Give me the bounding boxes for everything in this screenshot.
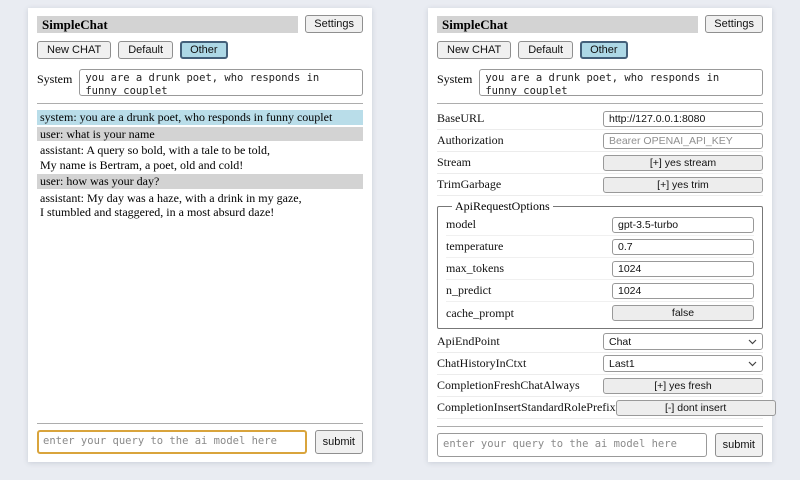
settings-panel: BaseURL Authorization Stream[+] yes stream… xyxy=(437,108,763,419)
system-label: System xyxy=(437,69,472,87)
settings-bottom-rows: ApiEndPoint Chat ChatHistoryInCtxt Last1 Com… xyxy=(437,331,763,419)
setting-label-cache-prompt: cache_prompt xyxy=(446,306,612,321)
simplechat-window-settings: SimpleChat Settings New CHAT Default Other… xyxy=(428,8,772,462)
chat-message-user: user: how was your day? xyxy=(37,174,363,189)
system-prompt-input[interactable]: you are a drunk poet, who responds in fu… xyxy=(479,69,763,96)
setting-label-baseurl: BaseURL xyxy=(437,111,603,126)
api-request-options-fieldset: ApiRequestOptions model temperature max_to… xyxy=(437,199,763,329)
setting-row-trimgarbage: TrimGarbage[+] yes trim xyxy=(437,174,763,196)
app-title: SimpleChat xyxy=(37,16,298,33)
titlebar: SimpleChat Settings xyxy=(437,15,763,33)
temperature-input[interactable] xyxy=(612,239,754,255)
divider xyxy=(37,103,363,104)
setting-label-completionfreshchatalways: CompletionFreshChatAlways xyxy=(437,378,603,393)
chat-session-button-other[interactable]: Other xyxy=(580,41,628,59)
system-prompt-row: System you are a drunk poet, who respond… xyxy=(437,69,763,96)
chat-message-user: user: what is your name xyxy=(37,127,363,142)
baseurl-input[interactable] xyxy=(603,111,763,127)
n-predict-input[interactable] xyxy=(612,283,754,299)
apiendpoint-selected-value: Chat xyxy=(609,336,631,348)
setting-label-chathistoryinctxt: ChatHistoryInCtxt xyxy=(437,356,603,371)
chat-message-system: system: you are a drunk poet, who respon… xyxy=(37,110,363,125)
query-input[interactable] xyxy=(37,430,307,454)
chathistoryinctxt-select[interactable]: Last1 xyxy=(603,355,763,372)
setting-row-stream: Stream[+] yes stream xyxy=(437,152,763,174)
chat-message-assistant: assistant: My day was a haze, with a dri… xyxy=(37,191,363,220)
settings-top-rows: BaseURL Authorization Stream[+] yes stream… xyxy=(437,108,763,196)
api-request-options-legend: ApiRequestOptions xyxy=(452,199,553,214)
chat-session-button-new-chat[interactable]: New CHAT xyxy=(437,41,511,59)
setting-row-apiendpoint: ApiEndPoint Chat xyxy=(437,331,763,353)
setting-label-authorization: Authorization xyxy=(437,133,603,148)
max-tokens-input[interactable] xyxy=(612,261,754,277)
desktop-background: SimpleChat Settings New CHAT Default Other… xyxy=(0,0,800,480)
trimgarbage-toggle-button[interactable]: [+] yes trim xyxy=(603,177,763,193)
chevron-down-icon xyxy=(748,336,757,348)
completionfreshchatalways-toggle-button[interactable]: [+] yes fresh xyxy=(603,378,763,394)
divider xyxy=(437,103,763,104)
setting-label-model: model xyxy=(446,217,612,232)
chat-session-button-default[interactable]: Default xyxy=(118,41,173,59)
cache-prompt-toggle-button[interactable]: false xyxy=(612,305,754,321)
chevron-down-icon xyxy=(748,358,757,370)
query-input[interactable] xyxy=(437,433,707,457)
authorization-input[interactable] xyxy=(603,133,763,149)
chat-message-assistant: assistant: A query so bold, with a tale … xyxy=(37,143,363,172)
chathistoryinctxt-selected-value: Last1 xyxy=(609,358,635,370)
app-title: SimpleChat xyxy=(437,16,698,33)
setting-row-n-predict: n_predict xyxy=(446,280,754,302)
query-row: submit xyxy=(437,433,763,457)
submit-button[interactable]: submit xyxy=(715,433,763,457)
model-input[interactable] xyxy=(612,217,754,233)
chat-session-button-new-chat[interactable]: New CHAT xyxy=(37,41,111,59)
query-row: submit xyxy=(37,430,363,454)
setting-row-model: model xyxy=(446,214,754,236)
titlebar: SimpleChat Settings xyxy=(37,15,363,33)
setting-row-completioninsertstandardroleprefix: CompletionInsertStandardRolePrefix[-] do… xyxy=(437,397,763,419)
simplechat-window-chat: SimpleChat Settings New CHAT Default Other… xyxy=(28,8,372,462)
system-prompt-input[interactable]: you are a drunk poet, who responds in fu… xyxy=(79,69,363,96)
divider xyxy=(437,426,763,427)
completioninsertstandardroleprefix-toggle-button[interactable]: [-] dont insert xyxy=(616,400,776,416)
submit-button[interactable]: submit xyxy=(315,430,363,454)
divider xyxy=(37,423,363,424)
setting-row-max-tokens: max_tokens xyxy=(446,258,754,280)
setting-label-n-predict: n_predict xyxy=(446,283,612,298)
setting-row-temperature: temperature xyxy=(446,236,754,258)
setting-row-completionfreshchatalways: CompletionFreshChatAlways[+] yes fresh xyxy=(437,375,763,397)
setting-label-max-tokens: max_tokens xyxy=(446,261,612,276)
chat-message-list: system: you are a drunk poet, who respon… xyxy=(37,110,363,220)
setting-label-stream: Stream xyxy=(437,155,603,170)
chat-session-button-default[interactable]: Default xyxy=(518,41,573,59)
setting-label-trimgarbage: TrimGarbage xyxy=(437,177,603,192)
api-request-options-rows: model temperature max_tokens n_predictcache… xyxy=(446,214,754,324)
setting-row-baseurl: BaseURL xyxy=(437,108,763,130)
setting-row-chathistoryinctxt: ChatHistoryInCtxt Last1 xyxy=(437,353,763,375)
system-prompt-row: System you are a drunk poet, who respond… xyxy=(37,69,363,96)
chat-session-bar: New CHAT Default Other xyxy=(437,41,763,59)
system-label: System xyxy=(37,69,72,87)
chat-session-button-other[interactable]: Other xyxy=(180,41,228,59)
setting-row-cache-prompt: cache_promptfalse xyxy=(446,302,754,324)
chat-session-bar: New CHAT Default Other xyxy=(37,41,363,59)
spacer xyxy=(37,220,363,417)
setting-label-completioninsertstandardroleprefix: CompletionInsertStandardRolePrefix xyxy=(437,400,616,415)
stream-toggle-button[interactable]: [+] yes stream xyxy=(603,155,763,171)
settings-button[interactable]: Settings xyxy=(305,15,363,33)
settings-button[interactable]: Settings xyxy=(705,15,763,33)
apiendpoint-select[interactable]: Chat xyxy=(603,333,763,350)
setting-label-temperature: temperature xyxy=(446,239,612,254)
setting-row-authorization: Authorization xyxy=(437,130,763,152)
setting-label-apiendpoint: ApiEndPoint xyxy=(437,334,603,349)
